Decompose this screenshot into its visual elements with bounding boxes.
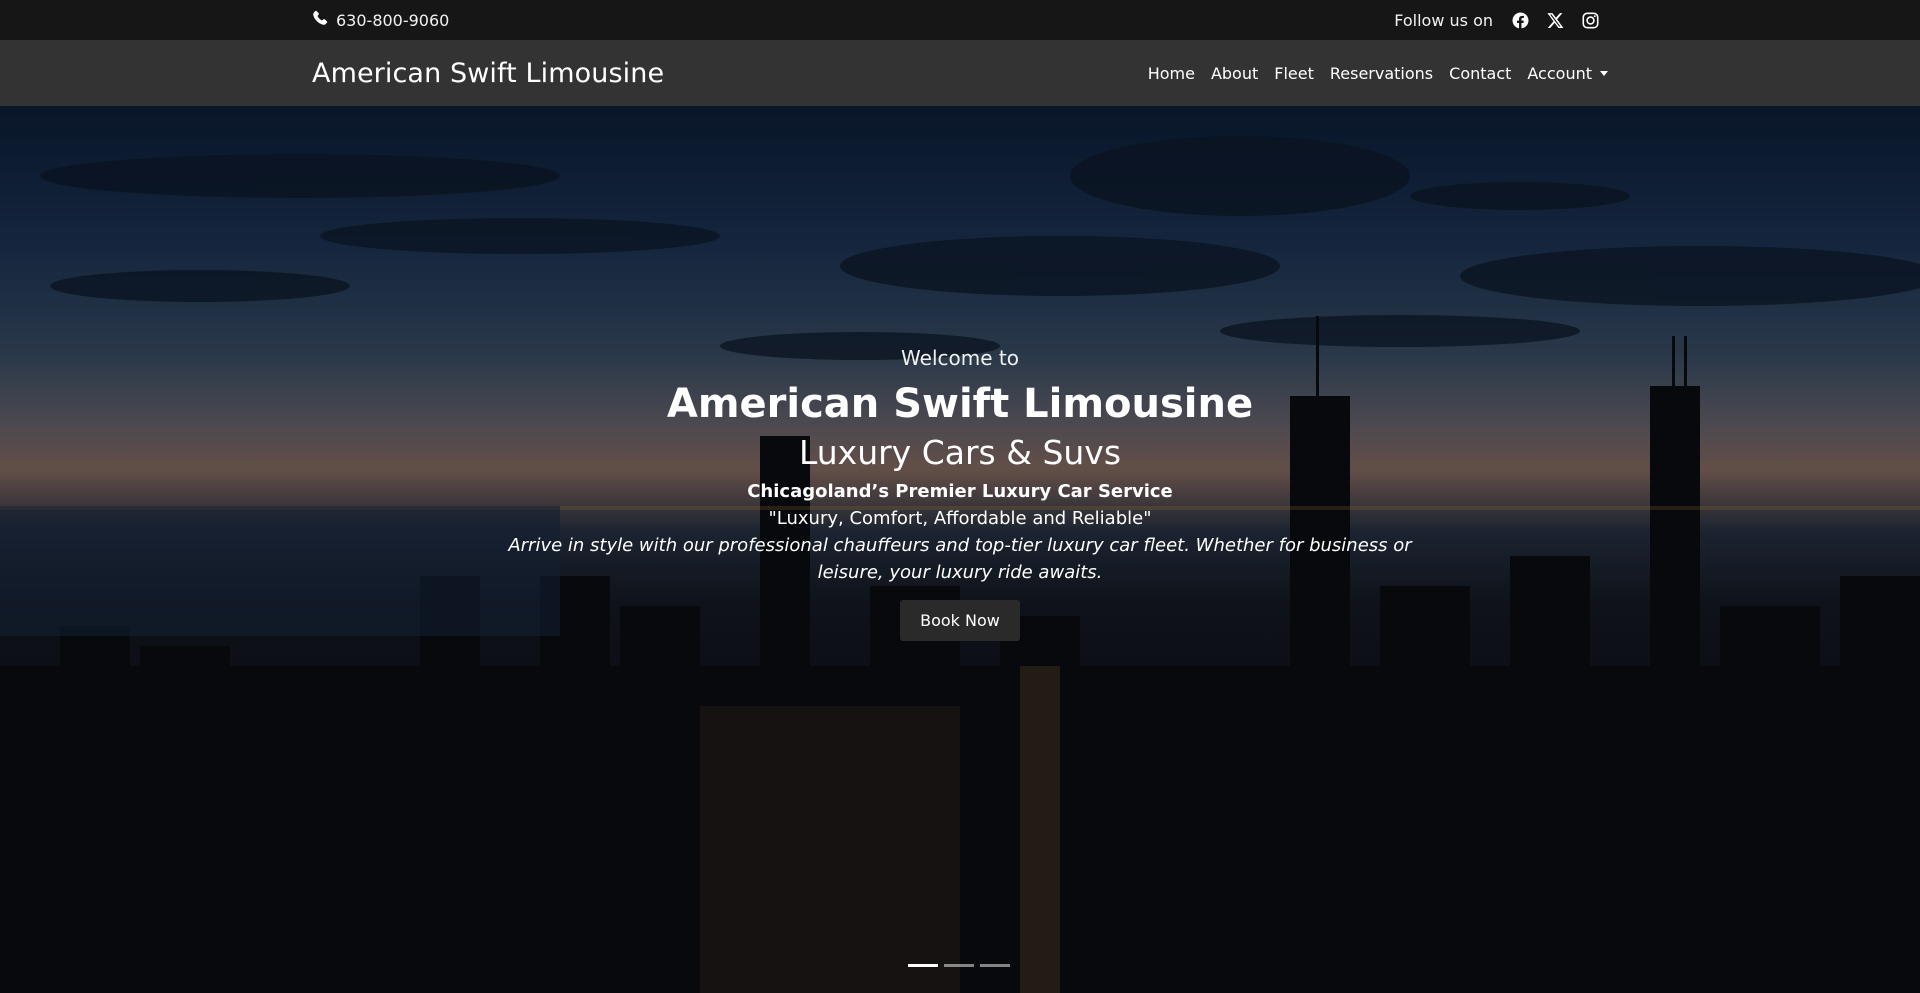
follow-label: Follow us on xyxy=(1394,10,1493,30)
nav-menu: Home About Fleet Reservations Contact Ac… xyxy=(1140,64,1608,83)
carousel-indicators xyxy=(908,964,1010,967)
top-bar: 630-800-9060 Follow us on xyxy=(0,0,1920,40)
brand-logo[interactable]: American Swift Limousine xyxy=(312,58,664,89)
nav-home[interactable]: Home xyxy=(1140,64,1203,83)
hero-caption: Welcome to American Swift Limousine Luxu… xyxy=(460,344,1460,641)
main-navbar: American Swift Limousine Home About Flee… xyxy=(0,40,1920,106)
hero-quote: "Luxury, Comfort, Affordable and Reliabl… xyxy=(768,508,1152,529)
carousel-indicator-3[interactable] xyxy=(980,964,1010,967)
hero-subtitle: Luxury Cars & Suvs xyxy=(798,433,1122,472)
book-now-button[interactable]: Book Now xyxy=(900,600,1020,641)
hero-welcome: Welcome to xyxy=(901,346,1019,370)
x-icon[interactable] xyxy=(1538,8,1573,32)
caret-down-icon xyxy=(1600,70,1608,76)
nav-account-label: Account xyxy=(1527,63,1592,83)
carousel-indicator-2[interactable] xyxy=(944,964,974,967)
hero-title: American Swift Limousine xyxy=(666,381,1254,427)
nav-fleet[interactable]: Fleet xyxy=(1266,64,1322,83)
phone-icon xyxy=(312,10,328,30)
hero-carousel: Welcome to American Swift Limousine Luxu… xyxy=(0,106,1920,993)
carousel-indicator-1[interactable] xyxy=(908,964,938,967)
hero-description: Arrive in style with our professional ch… xyxy=(508,535,1412,583)
hero-tagline: Chicagoland’s Premier Luxury Car Service xyxy=(747,481,1173,502)
nav-account-dropdown[interactable]: Account xyxy=(1519,64,1608,83)
phone-contact[interactable]: 630-800-9060 xyxy=(312,10,449,30)
facebook-icon[interactable] xyxy=(1503,8,1538,32)
nav-reservations[interactable]: Reservations xyxy=(1322,64,1441,83)
instagram-icon[interactable] xyxy=(1573,8,1608,32)
nav-contact[interactable]: Contact xyxy=(1441,64,1519,83)
phone-number: 630-800-9060 xyxy=(336,10,450,30)
social-links: Follow us on xyxy=(1394,8,1608,32)
nav-about[interactable]: About xyxy=(1203,64,1266,83)
